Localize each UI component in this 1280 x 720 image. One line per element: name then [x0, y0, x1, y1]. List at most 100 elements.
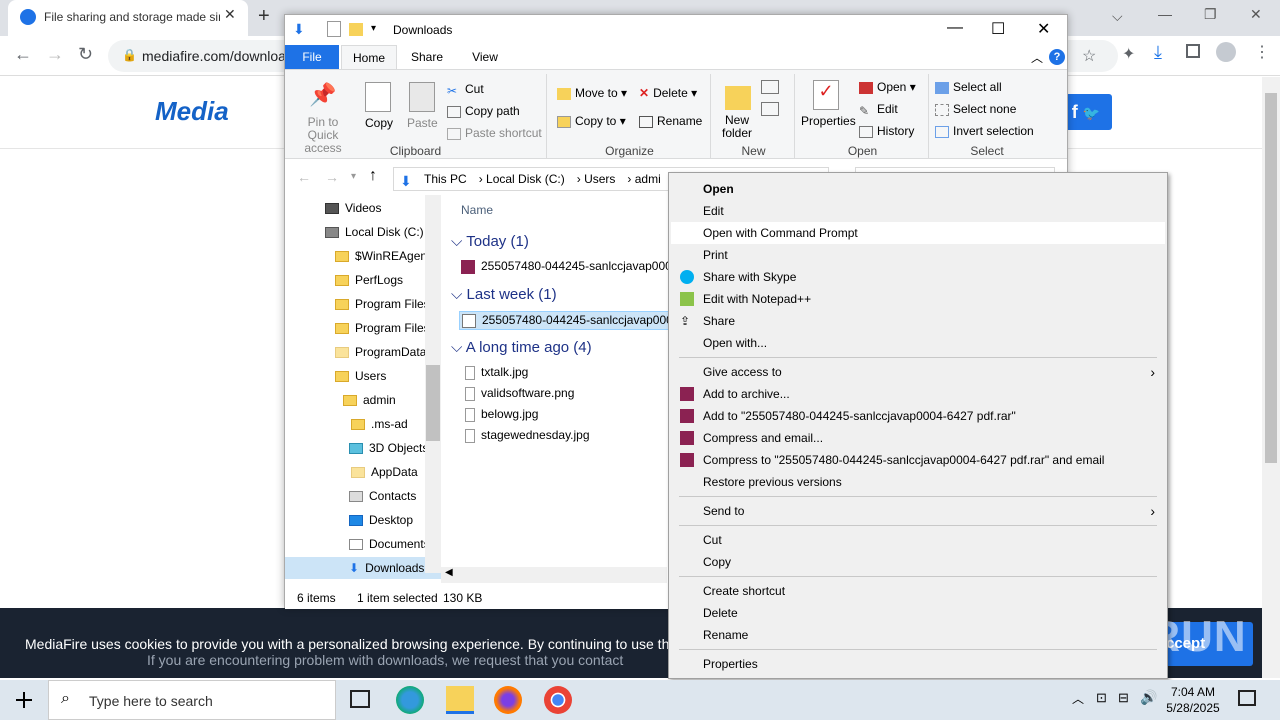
chrome-icon[interactable] [544, 686, 572, 714]
menu-item-create-shortcut[interactable]: Create shortcut [671, 580, 1165, 602]
tree-item-3d-objects[interactable]: 3D Objects [349, 437, 428, 459]
tree-item-desktop[interactable]: Desktop [349, 509, 413, 531]
tab-list-icon[interactable]: ⌵ [1112, 8, 1123, 25]
paste-button[interactable]: Paste [407, 116, 438, 130]
crumb-this-pc[interactable]: This PC [424, 172, 467, 186]
tree-item-videos[interactable]: Videos [325, 197, 381, 219]
nav-forward-icon[interactable]: → [325, 169, 339, 185]
scroll-left-icon[interactable]: ◀ [445, 567, 453, 578]
start-button[interactable] [0, 680, 48, 720]
tab-home[interactable]: Home [341, 45, 397, 69]
copy-path-button[interactable]: Copy path [447, 104, 520, 118]
profile-avatar[interactable] [1216, 42, 1236, 62]
select-all-button[interactable]: Select all [935, 80, 1002, 94]
tab-view[interactable]: View [457, 45, 513, 69]
menu-item-notepadpp[interactable]: Edit with Notepad++ [671, 288, 1165, 310]
task-view-icon[interactable] [350, 690, 370, 708]
explorer-close-button[interactable]: ✕ [1037, 19, 1050, 39]
group-header-today[interactable]: ⌵ Today (1) [451, 233, 529, 250]
menu-item-compress-email[interactable]: Compress and email... [671, 427, 1165, 449]
tree-item-programdata[interactable]: ProgramData [335, 341, 426, 363]
menu-item-open-with[interactable]: Open with... [671, 332, 1165, 354]
collapse-ribbon-icon[interactable]: ︿ [1031, 49, 1043, 66]
facebook-icon[interactable]: f [1072, 102, 1078, 122]
file-item-validsoftware[interactable]: validsoftware.png [465, 386, 574, 401]
tree-item-documents[interactable]: Documents [349, 533, 430, 555]
delete-button[interactable]: ✕ Delete ▾ [639, 86, 697, 100]
menu-item-give-access[interactable]: Give access to › [671, 361, 1165, 383]
back-icon[interactable]: ← [14, 44, 32, 65]
explorer-maximize-button[interactable]: ☐ [991, 19, 1005, 39]
crumb-local-disk[interactable]: Local Disk (C:) [486, 172, 565, 186]
volume-icon[interactable]: 🔊 [1140, 689, 1157, 706]
network-icon[interactable]: ⊟ [1118, 690, 1129, 706]
select-none-button[interactable]: Select none [935, 102, 1016, 116]
tab-share[interactable]: Share [399, 45, 455, 69]
qat-dropdown-icon[interactable]: ▾ [371, 23, 376, 34]
close-tab-icon[interactable]: ✕ [224, 6, 236, 23]
group-header-long-ago[interactable]: ⌵ A long time ago (4) [451, 339, 592, 356]
menu-item-open-cmd[interactable]: Open with Command Prompt [671, 222, 1165, 244]
tree-item-program-files-x86[interactable]: Program Files [335, 317, 430, 339]
tree-item-admin[interactable]: admin [343, 389, 396, 411]
bookmark-star-icon[interactable]: ☆ [1082, 46, 1096, 66]
reload-icon[interactable]: ↻ [78, 44, 93, 65]
file-item-selected[interactable]: 255057480-044245-sanlccjavap0004-6427 pd… [459, 311, 730, 330]
tab-file[interactable]: File [285, 45, 339, 69]
open-button[interactable]: Open ▾ [859, 80, 916, 94]
new-folder-qat-icon[interactable] [349, 23, 363, 36]
menu-item-send-to[interactable]: Send to › [671, 500, 1165, 522]
tray-device-icon[interactable]: ⊡ [1096, 690, 1107, 706]
download-icon[interactable]: ⤓ [1154, 42, 1162, 63]
menu-item-open[interactable]: Open [671, 178, 1165, 200]
paste-shortcut-button[interactable]: Paste shortcut [447, 126, 542, 140]
menu-item-restore-versions[interactable]: Restore previous versions [671, 471, 1165, 493]
copy-to-button[interactable]: Copy to ▾ [557, 114, 626, 128]
move-to-button[interactable]: Move to ▾ [557, 86, 627, 100]
mediafire-logo[interactable]: Media [155, 96, 229, 127]
history-button[interactable]: History [859, 124, 914, 138]
crumb-admin[interactable]: admi [635, 172, 661, 186]
new-item-icon[interactable] [761, 80, 779, 94]
menu-item-share-skype[interactable]: Share with Skype [671, 266, 1165, 288]
menu-item-edit[interactable]: Edit [671, 200, 1165, 222]
tree-item-perflogs[interactable]: PerfLogs [335, 269, 403, 291]
tree-item-program-files[interactable]: Program Files [335, 293, 430, 315]
menu-item-rename[interactable]: Rename [671, 624, 1165, 646]
column-header-name[interactable]: Name [461, 203, 493, 217]
notifications-icon[interactable] [1238, 690, 1256, 706]
browser-tab[interactable]: File sharing and storage made simple ✕ [8, 0, 248, 36]
explorer-minimize-button[interactable]: — [947, 19, 963, 37]
easy-access-icon[interactable] [761, 102, 779, 116]
taskbar-search-box[interactable]: ⌕ Type here to search [48, 680, 336, 720]
menu-item-print[interactable]: Print [671, 244, 1165, 266]
scroll-thumb[interactable] [1265, 93, 1277, 463]
tree-item-ms-ad[interactable]: .ms-ad [351, 413, 408, 435]
help-icon[interactable]: ? [1049, 49, 1065, 65]
taskbar-clock[interactable]: 7:04 AM 5/28/2025 [1160, 684, 1226, 716]
menu-item-compress-to-rar-email[interactable]: Compress to "255057480-044245-sanlccjava… [671, 449, 1165, 471]
rename-button[interactable]: Rename [639, 114, 702, 128]
menu-item-share[interactable]: ⇪ Share [671, 310, 1165, 332]
group-header-last-week[interactable]: ⌵ Last week (1) [451, 286, 557, 303]
page-scrollbar[interactable] [1262, 77, 1280, 678]
properties-qat-icon[interactable] [327, 21, 341, 37]
extensions-icon[interactable]: ✦ [1122, 44, 1135, 64]
tray-chevron-icon[interactable]: ︿ [1072, 690, 1084, 707]
menu-item-properties[interactable]: Properties [671, 653, 1165, 675]
file-item-belowg[interactable]: belowg.jpg [465, 407, 538, 422]
up-icon[interactable]: ↑ [369, 167, 377, 185]
edit-button[interactable]: ✎ Edit [859, 102, 898, 118]
tree-item-contacts[interactable]: Contacts [349, 485, 416, 507]
tree-scroll-thumb[interactable] [426, 365, 440, 441]
invert-selection-button[interactable]: Invert selection [935, 124, 1034, 138]
tree-scrollbar[interactable] [425, 195, 441, 573]
minimize-button[interactable]: — [1158, 6, 1172, 22]
tree-item-users[interactable]: Users [335, 365, 386, 387]
forward-icon[interactable]: → [46, 44, 64, 65]
properties-button[interactable]: Properties [801, 114, 856, 128]
edge-icon[interactable] [396, 686, 424, 714]
file-item-stagewednesday[interactable]: stagewednesday.jpg [465, 428, 590, 443]
tree-item-winreagent[interactable]: $WinREAgent [335, 245, 430, 267]
new-tab-button[interactable]: + [258, 5, 270, 28]
